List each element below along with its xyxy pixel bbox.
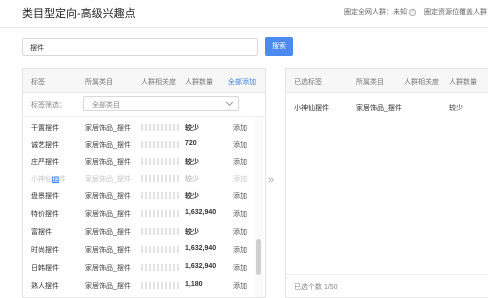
tag-name: 时尚摆件 <box>31 247 59 254</box>
add-button[interactable]: 添加 <box>233 157 247 167</box>
table-row: 干置摆件 家居饰品_摆件 较少 添加 <box>23 119 255 137</box>
relevance-bar <box>141 264 179 271</box>
tag-category: 家居饰品_摆件 <box>85 283 131 290</box>
audience-count: 1,180 <box>185 281 203 288</box>
tag-name: 富摆件 <box>31 229 52 236</box>
add-button[interactable]: 添加 <box>233 140 247 150</box>
relevance-bar <box>141 228 179 235</box>
resource-label: 圈定资源位覆盖人群： <box>424 9 488 16</box>
page-header: 类目型定向-高级兴趣点 圈定全网人群：未知? 圈定资源位覆盖人群： <box>0 0 488 28</box>
audience-summary: 圈定全网人群：未知? <box>344 7 416 17</box>
tag-category: 家居饰品_摆件 <box>85 125 131 132</box>
tag-category: 家居饰品_摆件 <box>85 176 131 183</box>
audience-count: 较少 <box>185 176 199 183</box>
selected-tags-panel: 已选标签 所属类目 人群相关度 人群数量 小神仙摆件 家居饰品_摆件 较少 已选… <box>285 68 488 298</box>
selected-audience-count: 较少 <box>449 105 463 112</box>
tag-name: 熟人摆件 <box>31 283 59 290</box>
add-button[interactable]: 添加 <box>233 227 247 237</box>
tag-name: 特价摆件 <box>31 211 59 218</box>
search-input-value: 摆件 <box>30 45 44 52</box>
help-icon[interactable]: ? <box>409 8 416 16</box>
page-title: 类目型定向-高级兴趣点 <box>22 8 136 20</box>
tag-category: 家居饰品_摆件 <box>85 142 131 149</box>
audience-count: 1,632,940 <box>185 263 217 270</box>
tag-name: 日韩摆件 <box>31 265 59 272</box>
tag-name: 干置摆件 <box>31 125 59 132</box>
relevance-bar <box>141 246 179 253</box>
filter-label: 标签筛选： <box>31 102 66 109</box>
tag-name-suffix: 件 <box>59 176 66 183</box>
add-button[interactable]: 添加 <box>233 209 247 219</box>
selected-count: 已选个数 1/50 <box>294 284 338 291</box>
column-relevance: 人群相关度 <box>141 79 176 86</box>
table-row: 富摆件 家居饰品_摆件 较少 添加 <box>23 223 255 241</box>
column-category: 所属类目 <box>85 79 113 86</box>
search-button[interactable]: 搜索 <box>265 37 293 56</box>
relevance-bar <box>141 175 179 182</box>
relevance-bar <box>141 192 179 199</box>
tag-name: 诚艺摆件 <box>31 142 59 149</box>
category-filter-select[interactable]: 全部类目 <box>83 96 239 111</box>
add-button[interactable]: 添加 <box>233 245 247 255</box>
column-count: 人群数量 <box>185 79 213 86</box>
selected-table-header: 已选标签 所属类目 人群相关度 人群数量 <box>286 69 488 93</box>
relevance-bar <box>141 158 179 165</box>
column-category: 所属类目 <box>356 79 384 86</box>
scrollbar-thumb[interactable] <box>256 239 261 275</box>
add-button[interactable]: 添加 <box>233 191 247 201</box>
audience-count: 1,632,940 <box>185 245 217 252</box>
selected-tag-category: 家居饰品_摆件 <box>356 105 402 112</box>
table-row-selected: 小神仙摆件 家居饰品_摆件 较少 添加 <box>23 170 255 188</box>
audience-count: 1,632,940 <box>185 209 217 216</box>
relevance-bar <box>141 124 179 131</box>
tag-name: 小神仙摆件 <box>31 174 66 184</box>
chevron-down-icon <box>225 98 234 107</box>
audience-count: 较少 <box>185 229 199 236</box>
divider <box>286 274 488 275</box>
tag-category: 家居饰品_摆件 <box>85 265 131 272</box>
candidate-tags-panel: 标签 所属类目 人群相关度 人群数量 全部添加 标签筛选： 全部类目 干置摆件 … <box>22 68 266 298</box>
add-button[interactable]: 添加 <box>233 123 247 133</box>
audience-value: 未知 <box>393 9 407 16</box>
tag-name: 盘景摆件 <box>31 193 59 200</box>
table-row: 诚艺摆件 家居饰品_摆件 720 添加 <box>23 136 255 154</box>
transfer-arrow-icon: » <box>268 174 275 186</box>
column-selected-tag: 已选标签 <box>294 79 322 86</box>
audience-count: 720 <box>185 140 197 147</box>
tag-category: 家居饰品_摆件 <box>85 211 131 218</box>
table-row: 特价摆件 家居饰品_摆件 1,632,940 添加 <box>23 205 255 223</box>
tag-name-prefix: 小神仙 <box>31 176 52 183</box>
divider <box>23 116 265 117</box>
filter-select-value: 全部类目 <box>92 102 120 109</box>
column-tag: 标签 <box>31 79 45 86</box>
relevance-bar <box>141 141 179 148</box>
tag-category: 家居饰品_摆件 <box>85 193 131 200</box>
table-row: 熟人摆件 家居饰品_摆件 1,180 添加 <box>23 277 255 295</box>
audience-count: 较少 <box>185 193 199 200</box>
tag-category: 家居饰品_摆件 <box>85 159 131 166</box>
table-row: 盘景摆件 家居饰品_摆件 较少 添加 <box>23 187 255 205</box>
add-all-button[interactable]: 全部添加 <box>228 77 256 87</box>
search-highlight: 摆 <box>52 176 59 183</box>
table-row: 日韩摆件 家居饰品_摆件 1,632,940 添加 <box>23 259 255 277</box>
tag-category: 家居饰品_摆件 <box>85 229 131 236</box>
column-relevance: 人群相关度 <box>404 79 439 86</box>
table-row: 时尚摆件 家居饰品_摆件 1,632,940 添加 <box>23 241 255 259</box>
relevance-bar <box>141 210 179 217</box>
audience-count: 较少 <box>185 125 199 132</box>
add-button[interactable]: 添加 <box>233 281 247 291</box>
candidate-table-header: 标签 所属类目 人群相关度 人群数量 全部添加 <box>23 69 265 93</box>
tag-name: 庄严摆件 <box>31 159 59 166</box>
search-input[interactable]: 摆件 <box>22 38 258 56</box>
table-row: 庄严摆件 家居饰品_摆件 较少 添加 <box>23 153 255 171</box>
selected-row: 小神仙摆件 家居饰品_摆件 较少 <box>286 99 488 117</box>
add-button[interactable]: 添加 <box>233 263 247 273</box>
tag-category: 家居饰品_摆件 <box>85 247 131 254</box>
add-button: 添加 <box>233 176 247 183</box>
audience-label: 圈定全网人群： <box>344 9 393 16</box>
column-count: 人群数量 <box>449 79 477 86</box>
audience-count: 较少 <box>185 159 199 166</box>
selected-tag-name: 小神仙摆件 <box>294 105 329 112</box>
